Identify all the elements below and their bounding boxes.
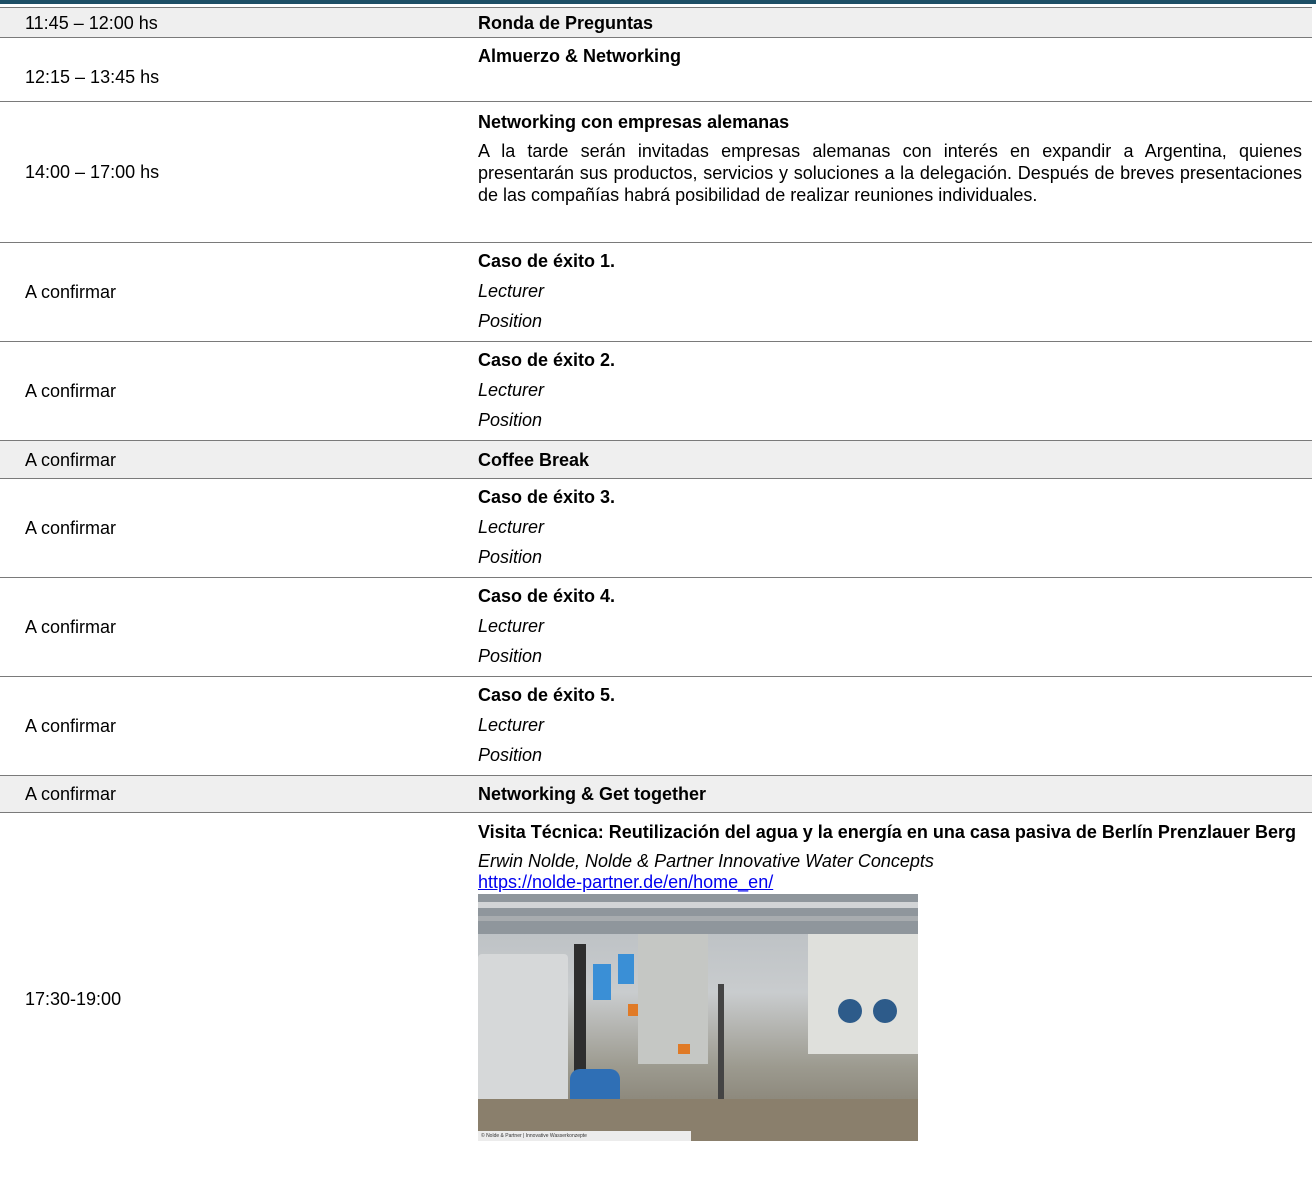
row-time: A confirmar xyxy=(0,478,470,578)
row-description: Caso de éxito 3. Lecturer Position xyxy=(470,478,1312,578)
agenda-table: 11:45 – 12:00 hs Ronda de Preguntas 12:1… xyxy=(0,7,1312,1185)
row-position: Position xyxy=(478,547,543,567)
row-time: A confirmar xyxy=(0,440,470,479)
agenda-row-case-5: A confirmar Caso de éxito 5. Lecturer Po… xyxy=(0,676,1312,776)
row-host: Erwin Nolde, Nolde & Partner Innovative … xyxy=(478,851,934,871)
row-description: Coffee Break xyxy=(470,440,1312,479)
agenda-row-get-together: A confirmar Networking & Get together xyxy=(0,775,1312,813)
row-title: Visita Técnica: Reutilización del agua y… xyxy=(478,822,1296,842)
agenda-row-case-2: A confirmar Caso de éxito 2. Lecturer Po… xyxy=(0,341,1312,441)
agenda-row-case-4: A confirmar Caso de éxito 4. Lecturer Po… xyxy=(0,577,1312,677)
agenda-row-technical-visit: 17:30-19:00 Visita Técnica: Reutilizació… xyxy=(0,812,1312,1185)
row-description: Caso de éxito 1. Lecturer Position xyxy=(470,242,1312,342)
row-body-text: A la tarde serán invitadas empresas alem… xyxy=(478,141,1302,205)
top-rule xyxy=(0,0,1316,4)
row-position: Position xyxy=(478,646,543,666)
agenda-row-case-1: A confirmar Caso de éxito 1. Lecturer Po… xyxy=(0,242,1312,342)
row-position: Position xyxy=(478,410,543,430)
row-lecturer: Lecturer xyxy=(478,517,545,537)
row-description: Networking & Get together xyxy=(470,775,1312,813)
row-description: Almuerzo & Networking xyxy=(470,37,1312,102)
row-lecturer: Lecturer xyxy=(478,616,545,636)
row-time: 12:15 – 13:45 hs xyxy=(0,37,470,102)
row-title: Coffee Break xyxy=(478,449,590,470)
row-title: Almuerzo & Networking xyxy=(478,46,682,66)
row-description: Ronda de Preguntas xyxy=(470,7,1312,38)
row-title: Caso de éxito 2. xyxy=(478,350,616,370)
row-description: Caso de éxito 2. Lecturer Position xyxy=(470,341,1312,441)
agenda-row-case-3: A confirmar Caso de éxito 3. Lecturer Po… xyxy=(0,478,1312,578)
website-link[interactable]: https://nolde-partner.de/en/home_en/ xyxy=(478,872,1302,892)
agenda-row-networking-companies: 14:00 – 17:00 hs Networking con empresas… xyxy=(0,101,1312,243)
agenda-row-lunch: 12:15 – 13:45 hs Almuerzo & Networking xyxy=(0,37,1312,102)
row-lecturer: Lecturer xyxy=(478,281,545,301)
row-title: Ronda de Preguntas xyxy=(478,12,654,33)
row-title: Caso de éxito 1. xyxy=(478,251,616,271)
row-title: Caso de éxito 3. xyxy=(478,487,616,507)
photo-caption: © Nolde & Partner | Innovative Wasserkon… xyxy=(478,1131,691,1141)
row-lecturer: Lecturer xyxy=(478,380,545,400)
row-title: Caso de éxito 4. xyxy=(478,586,616,606)
row-description: Caso de éxito 4. Lecturer Position xyxy=(470,577,1312,677)
row-title: Caso de éxito 5. xyxy=(478,685,616,705)
row-description: Networking con empresas alemanas A la ta… xyxy=(470,101,1312,243)
agenda-row-coffee-break: A confirmar Coffee Break xyxy=(0,440,1312,479)
row-time: 17:30-19:00 xyxy=(0,812,470,1185)
row-time: A confirmar xyxy=(0,577,470,677)
agenda-row-questions: 11:45 – 12:00 hs Ronda de Preguntas xyxy=(0,7,1312,38)
plant-room-photo: © Nolde & Partner | Innovative Wasserkon… xyxy=(478,894,918,1141)
row-time: A confirmar xyxy=(0,242,470,342)
row-description: Visita Técnica: Reutilización del agua y… xyxy=(470,812,1312,1185)
row-time: 14:00 – 17:00 hs xyxy=(0,101,470,243)
row-time: A confirmar xyxy=(0,676,470,776)
row-time: 11:45 – 12:00 hs xyxy=(0,7,470,38)
row-position: Position xyxy=(478,311,543,331)
row-description: Caso de éxito 5. Lecturer Position xyxy=(470,676,1312,776)
row-title: Networking & Get together xyxy=(478,784,707,804)
row-title: Networking con empresas alemanas xyxy=(478,112,790,132)
row-lecturer: Lecturer xyxy=(478,715,545,735)
row-time: A confirmar xyxy=(0,341,470,441)
row-position: Position xyxy=(478,745,543,765)
row-time: A confirmar xyxy=(0,775,470,813)
